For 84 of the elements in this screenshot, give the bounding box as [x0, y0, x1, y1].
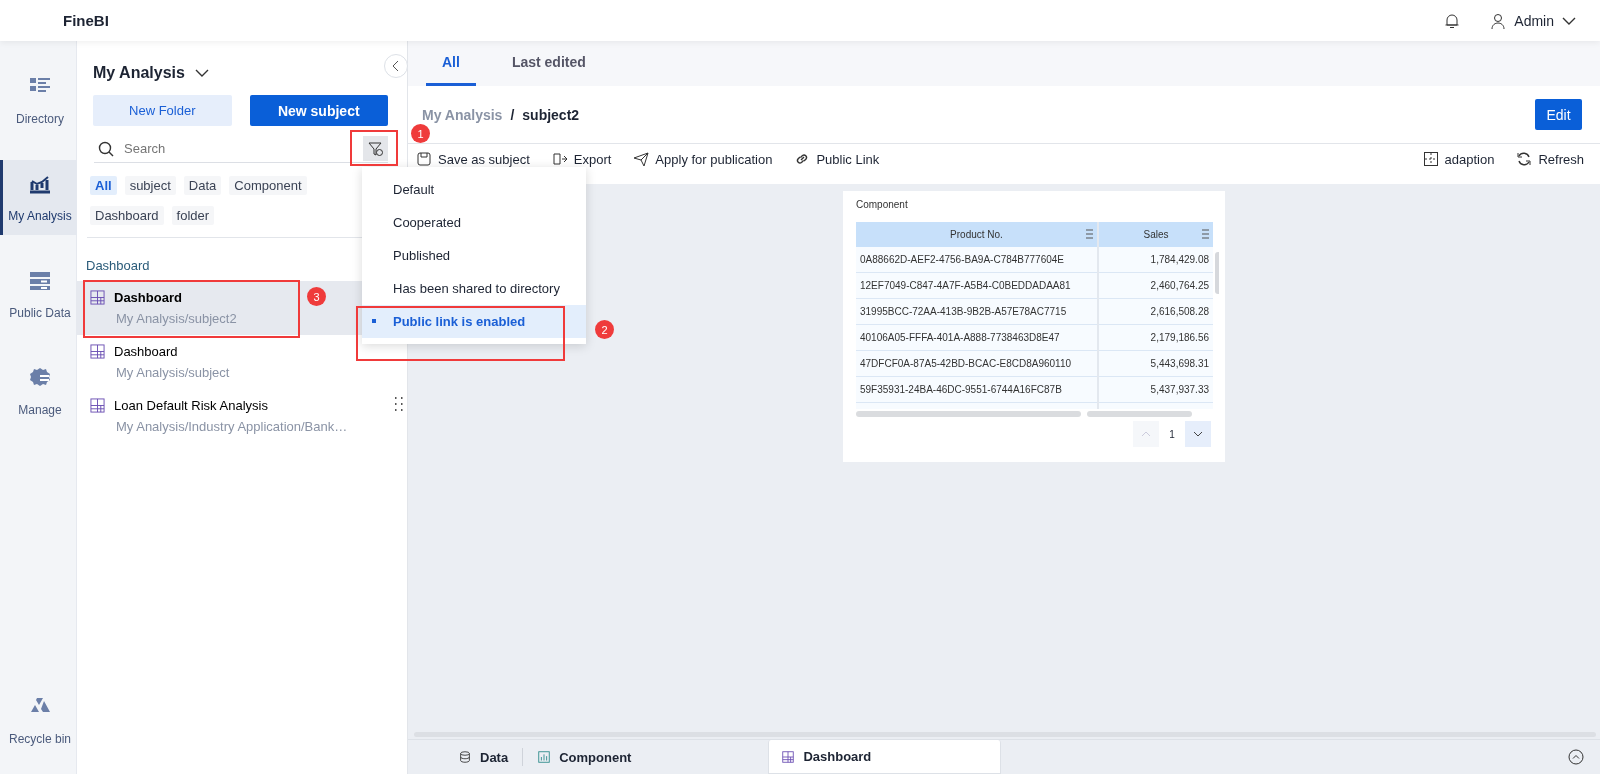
refresh-icon [1516, 151, 1533, 167]
menu-item[interactable]: Default [362, 173, 586, 206]
filter-tag[interactable]: Data [183, 176, 222, 195]
user-menu[interactable]: Admin [1490, 12, 1576, 29]
secondary-button[interactable]: New Folder [93, 95, 232, 126]
tab[interactable]: Last edited [495, 41, 602, 86]
card-title: Component [856, 199, 909, 210]
sheet-tab[interactable]: Component [525, 740, 644, 774]
primary-button[interactable]: New subject [249, 95, 388, 126]
item-title: Dashboard [114, 290, 182, 305]
step-marker: 1 [411, 124, 430, 143]
edit-button[interactable]: Edit [1535, 99, 1582, 130]
toolbar-button[interactable]: Public Link [794, 151, 880, 167]
search-icon [98, 140, 114, 157]
toolbar-button[interactable]: Apply for publication [633, 151, 773, 167]
nav-item[interactable]: Recycle bin [0, 683, 77, 758]
table-cell: 2,460,764.25 [1098, 272, 1213, 299]
column-header[interactable]: Sales [1098, 222, 1213, 247]
save-icon [416, 151, 432, 167]
list-item[interactable]: Dashboard My Analysis/subject [77, 335, 407, 389]
menu-item[interactable]: Public link is enabled [362, 305, 586, 338]
export-icon [551, 151, 568, 167]
sheet-tab[interactable]: Dashboard [768, 740, 1002, 774]
highlight-frame [350, 130, 398, 166]
filter-tag[interactable]: folder [171, 206, 215, 225]
gear-icon [29, 367, 51, 389]
table-cell: 5,437,937.33 [1098, 376, 1213, 403]
filter-button[interactable] [363, 136, 388, 161]
toolbar-button[interactable]: Save as subject [416, 151, 530, 167]
filter-tag[interactable]: subject [124, 176, 176, 195]
breadcrumb-current: subject2 [522, 106, 580, 123]
table-cell: 12EF7049-C847-4A7F-A5B4-C0BEDDADAA81 [856, 272, 1098, 299]
table-cell: 40106A05-FFFA-401A-A888-7738463D8E47 [856, 324, 1098, 351]
toolbar-button[interactable]: Export [551, 151, 612, 167]
table-cell: 2,179,186.56 [1098, 324, 1213, 351]
menu-item[interactable]: Published [362, 239, 586, 272]
nav-item[interactable]: Public Data [0, 257, 77, 332]
panel-title: My Analysis [93, 64, 185, 82]
sheet-tab[interactable]: Data [446, 740, 521, 774]
list-item[interactable]: Loan Default Risk Analysis My Analysis/Industry Application/Bank… [77, 389, 407, 443]
toolbar-button[interactable]: adaption [1422, 151, 1495, 167]
toolbar-button[interactable]: Refresh [1516, 151, 1584, 167]
chevron-left-icon [392, 60, 400, 72]
table-cell: 31995BCC-72AA-413B-9B2B-A57E78AC7715 [856, 298, 1098, 325]
item-title: Loan Default Risk Analysis [114, 398, 268, 413]
table-cell: 5,443,698.31 [1098, 350, 1213, 377]
chevron-down-icon[interactable] [194, 68, 209, 78]
bell-icon[interactable] [1444, 12, 1461, 29]
filter-tag[interactable]: All [90, 176, 117, 195]
item-path: My Analysis/Industry Application/Bank… [116, 419, 349, 434]
drag-handle-icon[interactable] [395, 396, 403, 412]
filter-icon [367, 140, 384, 157]
chart-icon [29, 173, 51, 195]
database-icon [458, 750, 472, 764]
table-cell: 59F35931-24BA-46DC-9551-6744A16FC87B [856, 376, 1098, 403]
chevron-down-icon [1193, 431, 1203, 437]
nav-item[interactable]: Manage [0, 354, 77, 429]
filter-tag[interactable]: Dashboard [90, 206, 164, 225]
column-header[interactable]: Product No. [856, 222, 1098, 247]
list-icon [29, 270, 51, 292]
breadcrumb-separator: / [510, 106, 515, 123]
group-heading: Dashboard [86, 258, 151, 273]
user-icon [1490, 12, 1507, 29]
chevron-down-icon [1562, 15, 1576, 26]
chart-icon [537, 750, 552, 764]
table-cell: 0A88662D-AEF2-4756-BA9A-C784B777604E [856, 247, 1098, 273]
search-field[interactable]: Search [122, 140, 355, 157]
expand-icon[interactable] [1568, 749, 1584, 765]
app-logo: FineBI [63, 12, 109, 29]
menu-item[interactable]: Cooperated [362, 206, 586, 239]
tab[interactable]: All [426, 41, 476, 86]
item-path: My Analysis/subject2 [116, 311, 238, 326]
item-title: Dashboard [114, 344, 178, 359]
nav-item[interactable]: My Analysis [0, 160, 77, 235]
nav-item[interactable]: Directory [0, 63, 77, 138]
user-name: Admin [1514, 12, 1554, 29]
table-cell: 1,784,429.08 [1098, 247, 1213, 273]
table-cell: 47DFCF0A-87A5-42BD-BCAC-E8CD8A960110 [856, 350, 1098, 377]
item-path: My Analysis/subject [116, 365, 231, 380]
chevron-up-icon [1141, 431, 1151, 437]
filter-tag[interactable]: Component [229, 176, 307, 195]
paper-plane-icon [633, 151, 650, 167]
page-number: 1 [1168, 428, 1176, 440]
table-cell: 2,616,508.28 [1098, 298, 1213, 325]
